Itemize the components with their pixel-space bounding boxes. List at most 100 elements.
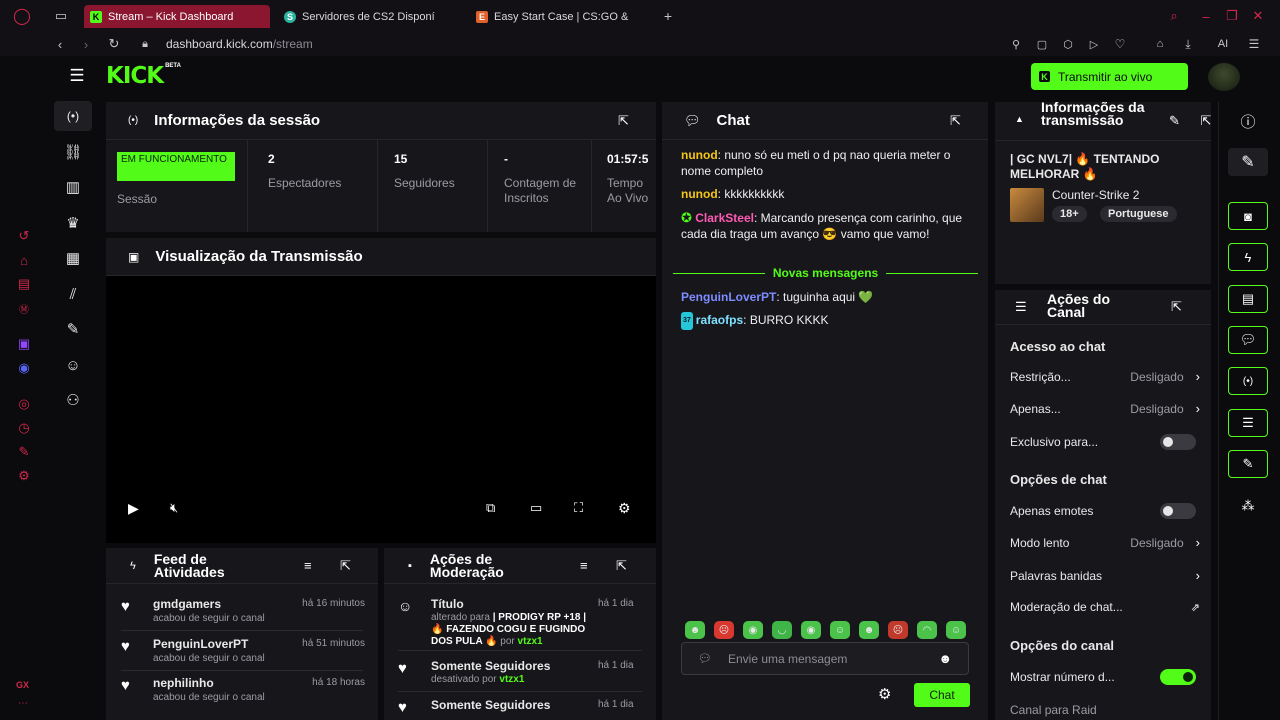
tab-cs2-servers[interactable]: S Servidores de CS2 Disponí: [278, 5, 454, 28]
rail-wrench-button[interactable]: ✎: [1228, 450, 1268, 478]
popout-icon[interactable]: ⇱: [950, 113, 961, 129]
mod-desc-user[interactable]: vtzx1: [518, 636, 543, 647]
emote-icon[interactable]: ◉: [801, 621, 821, 639]
restriction-setting[interactable]: Restrição... Desligado ›: [1010, 369, 1200, 384]
tab-kick-dashboard[interactable]: K Stream – Kick Dashboard: [84, 5, 270, 28]
emoji-icon[interactable]: ☻: [938, 651, 952, 666]
pin-icon[interactable]: ⚲: [1008, 36, 1024, 52]
popout-icon[interactable]: ⇱: [1201, 113, 1211, 129]
player-sidebar-icon[interactable]: ◎: [14, 394, 34, 414]
chat-input[interactable]: 💬︎ Envie uma mensagem ☻: [681, 642, 969, 675]
kick-logo[interactable]: KICK BETA: [106, 63, 181, 89]
gx-mods-icon[interactable]: ▤: [14, 274, 34, 294]
activity-username[interactable]: nephilinho: [153, 676, 214, 690]
chat-send-button[interactable]: Chat: [914, 683, 970, 707]
gx-m-icon[interactable]: Ⓜ: [14, 298, 34, 318]
nav-media-icon[interactable]: ▦: [54, 243, 92, 273]
heart-icon[interactable]: ♡: [1112, 36, 1128, 52]
rail-chat-button[interactable]: 💬︎: [1228, 326, 1268, 354]
popout-icon[interactable]: ⇱: [340, 558, 351, 574]
url-field[interactable]: dashboard.kick.com/stream: [166, 37, 313, 51]
info-icon[interactable]: ⓘ: [1238, 111, 1258, 131]
avatar[interactable]: [1208, 63, 1240, 91]
slow-mode-setting[interactable]: Modo lento Desligado ›: [1010, 535, 1200, 550]
emote-icon[interactable]: ☺: [946, 621, 966, 639]
popout-icon[interactable]: ⇱: [618, 113, 629, 129]
rail-document-button[interactable]: ▤: [1228, 285, 1268, 313]
rail-bolt-button[interactable]: ϟ: [1228, 243, 1268, 271]
fullscreen-icon[interactable]: ⛶: [574, 500, 583, 516]
edit-icon[interactable]: ✎: [1169, 113, 1180, 129]
player-icon[interactable]: ▷: [1086, 36, 1102, 52]
theater-icon[interactable]: ▭: [530, 500, 542, 516]
nav-community-icon[interactable]: ⚇: [54, 385, 92, 415]
minimize-icon[interactable]: –: [1198, 8, 1214, 24]
mute-icon[interactable]: 🔇︎: [170, 500, 178, 516]
nav-users-icon[interactable]: ☺: [54, 350, 92, 380]
show-number-toggle[interactable]: [1160, 669, 1196, 685]
nav-wrench-icon[interactable]: ✎: [54, 314, 92, 344]
emote-icon[interactable]: ☹: [888, 621, 908, 639]
chat-username[interactable]: nunod: [681, 187, 718, 201]
nav-chart-icon[interactable]: ⫽: [54, 279, 92, 309]
gx-corner-icon[interactable]: ↺: [14, 226, 34, 246]
extensions-icon[interactable]: ✎: [14, 442, 34, 462]
filter-icon[interactable]: ≡: [304, 558, 312, 573]
hamburger-icon[interactable]: ☰: [66, 66, 88, 86]
chat-username[interactable]: nunod: [681, 148, 718, 162]
nav-trophy-icon[interactable]: ♛: [54, 208, 92, 238]
nav-stream-icon[interactable]: (•): [54, 101, 92, 131]
emote-icon[interactable]: ☻: [685, 621, 705, 639]
settings-icon[interactable]: ⚙: [618, 500, 631, 517]
chat-moderation-setting[interactable]: Moderação de chat... ⇗: [1010, 600, 1200, 614]
popout-icon[interactable]: ⇱: [1171, 299, 1182, 315]
chat-username[interactable]: rafaofps: [696, 313, 743, 327]
settings-sidebar-icon[interactable]: ⚙: [14, 466, 34, 486]
history-icon[interactable]: ◷: [14, 418, 34, 438]
more-icon[interactable]: ⋯: [18, 698, 28, 709]
filter-icon[interactable]: ≡: [580, 558, 588, 573]
rail-channel-button[interactable]: ☰: [1228, 409, 1268, 437]
popout-icon[interactable]: ⇱: [616, 558, 627, 574]
chat-username[interactable]: PenguinLoverPT: [681, 290, 776, 304]
emote-icon[interactable]: ☺: [830, 621, 850, 639]
go-live-button[interactable]: K Transmitir ao vivo: [1031, 63, 1188, 90]
raid-setting-label[interactable]: Canal para Raid: [1010, 703, 1097, 717]
vpn-icon[interactable]: ⬡: [1060, 36, 1076, 52]
rail-camera-button[interactable]: ◙: [1228, 202, 1268, 230]
ai-button[interactable]: AI: [1208, 36, 1238, 52]
rail-broadcast-button[interactable]: (•): [1228, 367, 1268, 395]
tab-easy-start-case[interactable]: E Easy Start Case | CS:GO &: [470, 5, 648, 28]
discord-icon[interactable]: ◉: [14, 358, 34, 378]
gx-store-icon[interactable]: ⌂: [14, 250, 34, 270]
menu-icon[interactable]: ☰: [1246, 36, 1262, 52]
exclusive-toggle[interactable]: [1160, 434, 1196, 450]
activity-username[interactable]: PenguinLoverPT: [153, 637, 248, 651]
emote-icon[interactable]: ☻: [859, 621, 879, 639]
emote-icon[interactable]: ◡: [772, 621, 792, 639]
emotes-only-toggle[interactable]: [1160, 503, 1196, 519]
gamepad-icon[interactable]: ▭: [52, 8, 70, 24]
download-icon[interactable]: ⤓: [1180, 36, 1196, 52]
chat-username[interactable]: ClarkSteel: [695, 211, 754, 225]
twitch-icon[interactable]: ▣: [14, 334, 34, 354]
wallet-icon[interactable]: ⌂: [1152, 36, 1168, 52]
nav-link-icon[interactable]: ⛓: [54, 137, 92, 167]
search-icon[interactable]: ⌕: [1166, 8, 1182, 24]
reload-icon[interactable]: ↻: [106, 36, 122, 52]
screenshot-icon[interactable]: ▢: [1034, 36, 1050, 52]
chat-settings-icon[interactable]: ⚙: [878, 685, 891, 703]
forward-icon[interactable]: ›: [78, 36, 94, 52]
apenas-setting[interactable]: Apenas... Desligado ›: [1010, 401, 1200, 416]
more-actions-icon[interactable]: ⁂: [1238, 496, 1258, 516]
emote-icon[interactable]: ☹: [714, 621, 734, 639]
maximize-icon[interactable]: ❐: [1224, 8, 1240, 24]
pip-icon[interactable]: ⧉: [486, 500, 495, 516]
play-icon[interactable]: ▶: [128, 500, 139, 517]
banned-words-setting[interactable]: Palavras banidas ›: [1010, 568, 1200, 583]
mod-desc-user[interactable]: vtzx1: [499, 674, 524, 685]
back-icon[interactable]: ‹: [52, 36, 68, 52]
opera-gx-logo-icon[interactable]: ◯: [12, 7, 32, 25]
activity-username[interactable]: gmdgamers: [153, 597, 221, 611]
close-icon[interactable]: ✕: [1250, 8, 1266, 24]
